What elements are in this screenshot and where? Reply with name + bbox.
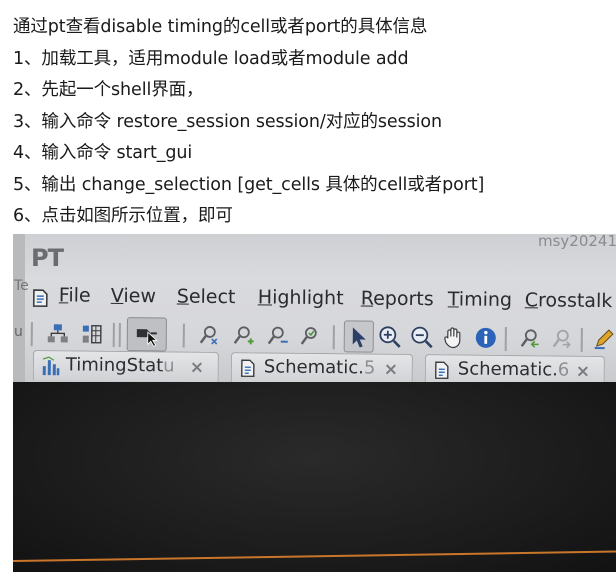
note-step-2: 2、先起一个shell界面，: [13, 80, 204, 100]
tab-close-button[interactable]: ×: [384, 360, 398, 380]
hierarchy-icon[interactable]: [45, 320, 71, 346]
menu-crosstalk-label: rosstalk: [537, 289, 613, 313]
note-title: 通过pt查看disable timing的cell或者port的具体信息: [13, 17, 428, 37]
pen-icon[interactable]: [591, 326, 616, 352]
note-step-1: 1、加载工具，适用module load或者module add: [13, 48, 409, 69]
window-title-bar: PT msy20241: [27, 234, 616, 278]
hierarchy-grid-icon[interactable]: [79, 321, 105, 347]
selection-tool-button[interactable]: [126, 317, 167, 352]
menu-timing-mnemonic: T: [447, 288, 459, 311]
menu-timing[interactable]: Timing: [448, 288, 512, 311]
menu-select-mnemonic: S: [176, 285, 190, 308]
menu-file-mnemonic: F: [58, 284, 69, 307]
menu-timing-label: iming: [458, 288, 513, 312]
toolbar-separator: [118, 322, 121, 348]
app-menu-icon[interactable]: [31, 286, 51, 308]
toolbar-separator: [112, 322, 115, 347]
app-logo: PT: [31, 244, 64, 272]
menu-view-mnemonic: V: [110, 284, 124, 307]
menu-view-label: iew: [123, 284, 157, 308]
menu-reports-label: eports: [373, 287, 434, 311]
instruction-notes: 通过pt查看disable timing的cell或者port的具体信息 1、加…: [13, 12, 613, 233]
menu-highlight[interactable]: Highlight: [258, 286, 344, 309]
tab-close-button[interactable]: ×: [576, 362, 590, 382]
watermark: msy20241: [537, 234, 616, 250]
menu-select[interactable]: Select: [177, 286, 236, 309]
window-left-edge: Te u: [13, 234, 29, 382]
menu-crosstalk-mnemonic: C: [524, 289, 539, 312]
selection-tool-icon: [136, 329, 158, 347]
menu-highlight-mnemonic: H: [257, 286, 273, 309]
back-icon[interactable]: [517, 325, 543, 351]
tab-label: TimingStatu: [66, 354, 175, 376]
tab-label: Schematic.6: [458, 358, 570, 380]
zoom-select-icon[interactable]: [297, 323, 323, 349]
menu-bar: File View Select Highlight Reports Timin…: [29, 280, 616, 322]
bar-chart-icon: [42, 356, 60, 376]
tab-close-button[interactable]: ×: [190, 358, 204, 378]
zoom-fit-icon[interactable]: [197, 322, 223, 348]
tab-label-main: TimingStat: [65, 354, 164, 377]
pointer-arrow-icon: [352, 327, 366, 348]
tab-label-faded: 6: [557, 359, 570, 381]
edge-glyph: Te: [14, 278, 29, 294]
tab-label-faded: u: [163, 355, 175, 377]
pointer-tool-button[interactable]: [343, 320, 374, 353]
forward-icon[interactable]: [549, 325, 575, 351]
tab-label-main: Schematic.: [263, 356, 364, 379]
menu-file-label: ile: [68, 284, 91, 307]
menu-select-label: elect: [188, 285, 236, 309]
note-step-4: 4、输入命令 start_gui: [13, 143, 193, 163]
toolbar-separator: [504, 327, 507, 352]
zoom-in-add-icon[interactable]: [231, 322, 257, 348]
tab-label: Schematic.5: [264, 356, 376, 378]
note-step-3: 3、输入命令 restore_session session/对应的sessio…: [13, 111, 442, 132]
menu-reports[interactable]: Reports: [361, 287, 434, 310]
pan-hand-icon[interactable]: [441, 324, 467, 350]
zoom-in-icon[interactable]: [377, 324, 403, 350]
schematic-icon: [435, 361, 449, 380]
toolbar-separator: [580, 327, 583, 352]
pt-gui-photo: Te u PT msy20241 File View Select Highli…: [13, 234, 616, 572]
menu-view[interactable]: View: [111, 285, 156, 307]
tab-label-main: Schematic.: [457, 358, 558, 381]
edge-glyph: u: [14, 324, 23, 340]
tab-timing-stats[interactable]: TimingStatu ×: [32, 350, 219, 382]
note-step-6: 6、点击如图所示位置，即可: [13, 206, 233, 226]
toolbar-separator: [30, 322, 33, 347]
zoom-out-icon[interactable]: [409, 324, 435, 350]
tab-label-faded: 5: [363, 357, 376, 379]
schematic-icon: [241, 359, 255, 378]
menu-highlight-label: ighlight: [272, 286, 344, 310]
info-icon[interactable]: [473, 325, 499, 351]
menu-crosstalk[interactable]: Crosstalk: [525, 289, 613, 312]
toolbar-separator: [182, 323, 185, 348]
menu-file[interactable]: File: [59, 284, 91, 306]
toolbar-separator: [332, 325, 335, 350]
menu-reports-mnemonic: R: [360, 287, 374, 310]
schematic-canvas[interactable]: [13, 382, 616, 572]
tab-schematic-5[interactable]: Schematic.5 ×: [230, 352, 413, 384]
zoom-out-remove-icon[interactable]: [265, 323, 291, 349]
note-step-5: 5、输出 change_selection [get_cells 具体的cell…: [13, 174, 485, 195]
